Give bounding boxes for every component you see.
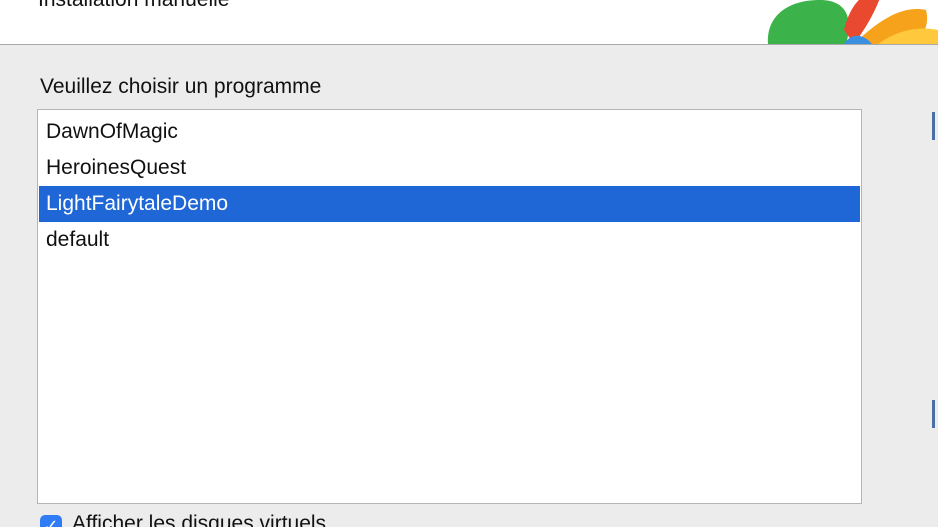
list-item[interactable]: HeroinesQuest bbox=[39, 150, 860, 186]
manual-install-window: Installation manuelle Veuillez choisir u… bbox=[0, 0, 938, 527]
logo-green-petal bbox=[767, 0, 849, 44]
window-heading: Installation manuelle bbox=[38, 0, 229, 12]
program-list[interactable]: DawnOfMagic HeroinesQuest LightFairytale… bbox=[37, 109, 862, 504]
pinwheel-logo-icon bbox=[767, 0, 938, 44]
show-virtual-disks-label: Afficher les disques virtuels bbox=[72, 512, 327, 527]
window-edge-accent bbox=[932, 400, 935, 428]
window-edge-accent bbox=[932, 112, 935, 140]
list-item[interactable]: default bbox=[39, 222, 860, 258]
checkmark-icon: ✓ bbox=[43, 516, 59, 527]
header-bar: Installation manuelle bbox=[0, 0, 938, 45]
show-virtual-disks-checkbox[interactable]: ✓ bbox=[40, 515, 62, 527]
program-chooser-label: Veuillez choisir un programme bbox=[40, 75, 322, 98]
list-item-selected[interactable]: LightFairytaleDemo bbox=[39, 186, 860, 222]
list-item[interactable]: DawnOfMagic bbox=[39, 114, 860, 150]
